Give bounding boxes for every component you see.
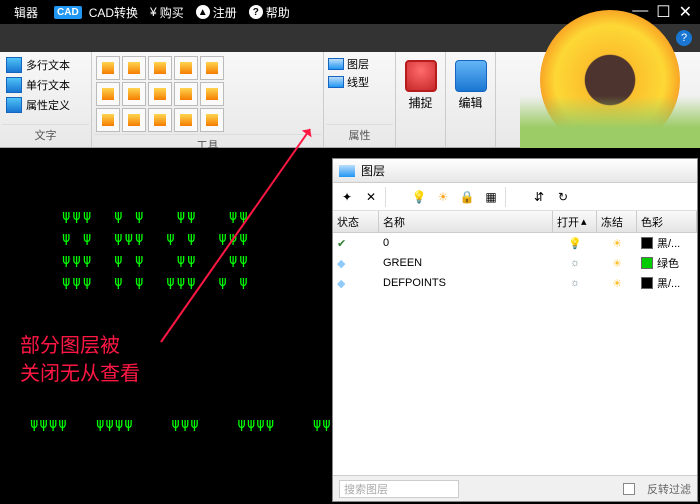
layer-table-header: 状态 名称 打开▴ 冻结 色彩: [333, 211, 697, 233]
clipboard-icon: [455, 60, 487, 92]
tool-button[interactable]: [200, 56, 224, 80]
tool-button[interactable]: [122, 82, 146, 106]
question-icon: ?: [249, 5, 263, 19]
layer-panel-title: 图层: [361, 162, 385, 179]
layer-name: GREEN: [379, 257, 553, 269]
cad-convert-menu[interactable]: CAD CAD转换: [48, 4, 144, 21]
props-group: 图层 线型 属性: [324, 52, 396, 147]
color-label: 绿色: [657, 255, 679, 271]
capture-button[interactable]: 捕捉: [400, 56, 441, 115]
tool-button[interactable]: [174, 56, 198, 80]
layer-name: 0: [379, 237, 553, 249]
props-group-label: 属性: [326, 124, 393, 145]
tool-button[interactable]: [96, 82, 120, 106]
tool-button[interactable]: [174, 82, 198, 106]
layer-state-icon: ◆: [337, 257, 345, 270]
refresh-icon[interactable]: ↻: [553, 187, 573, 207]
sort-icon: ▴: [581, 215, 587, 228]
tool-button[interactable]: [148, 56, 172, 80]
layer-panel-toolbar: ✦ ✕ 💡 ☀ 🔒 ▦ ⇵ ↻: [333, 183, 697, 211]
layer-row[interactable]: ✔ 0 💡 ☀ 黑/...: [333, 233, 697, 253]
col-state[interactable]: 状态: [333, 211, 379, 232]
buy-menu[interactable]: ¥ 购买: [144, 4, 190, 21]
cad-geometry: ψ ψ ψψψ ψ ψ ψψψ: [62, 230, 250, 246]
linetype-button[interactable]: 线型: [328, 74, 369, 90]
color-swatch[interactable]: [641, 237, 653, 249]
layer-button[interactable]: 图层: [328, 56, 369, 72]
tool-button[interactable]: [200, 108, 224, 132]
search-layer-input[interactable]: 搜索图层: [339, 480, 459, 498]
check-icon: ✔: [337, 237, 346, 250]
sunflower-background: [520, 0, 700, 160]
tools-group: 工具: [92, 52, 324, 147]
color-label: 黑/...: [657, 275, 680, 291]
annotation-left: 部分图层被 关闭无从查看: [20, 332, 140, 388]
tool-button[interactable]: [200, 82, 224, 106]
multiline-text-button[interactable]: 多行文本: [4, 56, 72, 74]
color-label: 黑/...: [657, 235, 680, 251]
user-icon: ▲: [196, 5, 210, 19]
tool-button[interactable]: [96, 108, 120, 132]
layer-panel-titlebar[interactable]: 图层: [333, 159, 697, 183]
yen-icon: ¥: [150, 5, 157, 19]
col-name[interactable]: 名称: [379, 211, 553, 232]
col-open[interactable]: 打开▴: [553, 211, 597, 232]
help-menu[interactable]: ? 帮助: [243, 4, 296, 21]
tool-button[interactable]: [148, 108, 172, 132]
layer-table-body: ✔ 0 💡 ☀ 黑/... ◆ GREEN ☼ ☀ 绿色 ◆ DEFPOINTS ☼ ☀ 黑/...: [333, 233, 697, 475]
cad-geometry: ψψψ ψ ψ ψψψ ψ ψ: [62, 274, 250, 290]
freeze-toggle-icon[interactable]: ☀: [433, 187, 453, 207]
bulb-toggle-icon[interactable]: 💡: [409, 187, 429, 207]
invert-filter-checkbox[interactable]: [623, 483, 635, 495]
new-layer-icon[interactable]: ✦: [337, 187, 357, 207]
edit-button[interactable]: 编辑: [450, 56, 491, 115]
text-group-label: 文字: [2, 124, 89, 145]
color-toggle-icon[interactable]: ▦: [481, 187, 501, 207]
delete-layer-icon[interactable]: ✕: [361, 187, 381, 207]
tool-button[interactable]: [148, 82, 172, 106]
tool-button[interactable]: [122, 108, 146, 132]
singleline-text-button[interactable]: 单行文本: [4, 76, 72, 94]
linetype-icon: [328, 76, 344, 88]
cad-geometry: ψψψ ψ ψ ψψ ψψ: [62, 208, 250, 224]
state-icon[interactable]: ⇵: [529, 187, 549, 207]
attr-def-button[interactable]: 属性定义: [4, 96, 72, 114]
tool-button[interactable]: [96, 56, 120, 80]
bulb-icon[interactable]: 💡: [568, 237, 582, 250]
sun-icon[interactable]: ☀: [612, 237, 622, 250]
edit-group: 编辑: [446, 52, 496, 147]
bulb-icon[interactable]: ☼: [570, 257, 580, 269]
capture-group: 捕捉: [396, 52, 446, 147]
app-name: 辑器: [4, 4, 48, 21]
tool-button[interactable]: [174, 108, 198, 132]
layer-name: DEFPOINTS: [379, 277, 553, 289]
sun-icon[interactable]: ☀: [612, 257, 622, 270]
lock-toggle-icon[interactable]: 🔒: [457, 187, 477, 207]
cad-icon: CAD: [54, 6, 82, 19]
tool-button[interactable]: [122, 56, 146, 80]
layer-icon: [339, 165, 355, 177]
bulb-icon[interactable]: ☼: [570, 277, 580, 289]
invert-filter-label: 反转过滤: [647, 481, 691, 497]
layer-panel-footer: 搜索图层 反转过滤: [333, 475, 697, 501]
layer-icon: [328, 58, 344, 70]
layer-row[interactable]: ◆ DEFPOINTS ☼ ☀ 黑/...: [333, 273, 697, 293]
layer-panel: 图层 ✦ ✕ 💡 ☀ 🔒 ▦ ⇵ ↻ 状态 名称 打开▴ 冻结 色彩 ✔0💡☀黑…: [332, 158, 698, 502]
layer-row[interactable]: ◆ GREEN ☼ ☀ 绿色: [333, 253, 697, 273]
sun-icon[interactable]: ☀: [612, 277, 622, 290]
magnet-icon: [405, 60, 437, 92]
register-menu[interactable]: ▲ 注册: [190, 4, 243, 21]
col-color[interactable]: 色彩: [637, 211, 697, 232]
color-swatch[interactable]: [641, 277, 653, 289]
col-freeze[interactable]: 冻结: [597, 211, 637, 232]
cad-geometry: ψψψψ ψψψψ ψψψ ψψψψ ψψψψ: [30, 416, 351, 432]
layer-state-icon: ◆: [337, 277, 345, 290]
color-swatch[interactable]: [641, 257, 653, 269]
text-group: 多行文本 单行文本 属性定义 文字: [0, 52, 92, 147]
